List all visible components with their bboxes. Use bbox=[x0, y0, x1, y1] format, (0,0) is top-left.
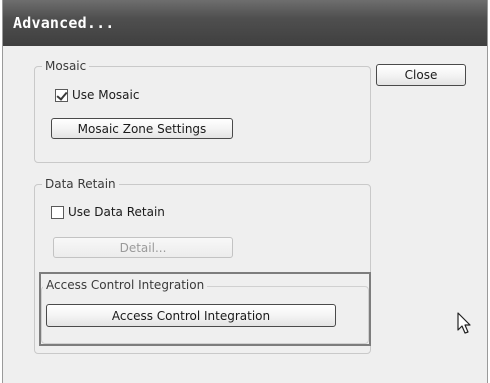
access-control-group-label: Access Control Integration bbox=[43, 277, 208, 293]
use-mosaic-label: Use Mosaic bbox=[72, 88, 140, 102]
data-retain-group-label: Data Retain bbox=[42, 176, 119, 192]
access-control-integration-button[interactable]: Access Control Integration bbox=[46, 304, 336, 327]
use-data-retain-checkbox[interactable] bbox=[51, 205, 64, 219]
detail-button[interactable]: Detail... bbox=[53, 237, 233, 258]
access-control-group: Access Control Integration Access Contro… bbox=[41, 277, 369, 344]
close-button[interactable]: Close bbox=[376, 64, 466, 86]
checkmark-icon bbox=[56, 88, 68, 101]
mosaic-group: Mosaic Use Mosaic Mosaic Zone Settings bbox=[34, 58, 371, 163]
mosaic-zone-settings-button[interactable]: Mosaic Zone Settings bbox=[51, 118, 233, 139]
advanced-dialog: Advanced... Close Mosaic Use Mosaic Mosa… bbox=[2, 0, 488, 383]
use-mosaic-checkbox[interactable] bbox=[55, 88, 68, 102]
use-data-retain-checkbox-row[interactable]: Use Data Retain bbox=[51, 205, 165, 219]
use-mosaic-checkbox-row[interactable]: Use Mosaic bbox=[55, 88, 139, 102]
mouse-cursor-icon bbox=[457, 312, 471, 334]
use-data-retain-label: Use Data Retain bbox=[68, 205, 165, 219]
window-title: Advanced... bbox=[13, 14, 115, 32]
mosaic-group-label: Mosaic bbox=[42, 58, 90, 74]
title-bar[interactable]: Advanced... bbox=[3, 0, 487, 46]
